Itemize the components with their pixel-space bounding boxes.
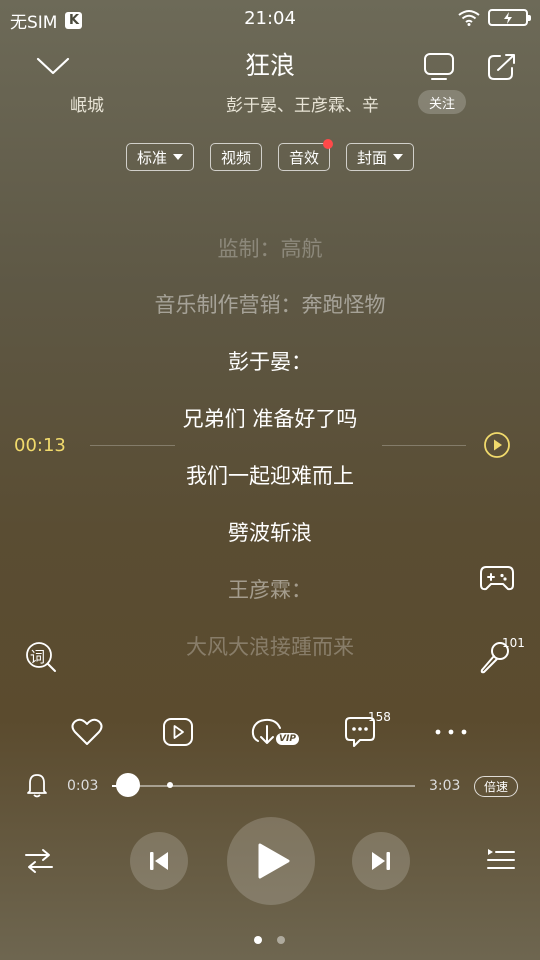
mode-tabs: 标准 视频 音效 封面 xyxy=(0,139,540,171)
share-icon[interactable] xyxy=(486,52,518,82)
status-bar-right xyxy=(458,9,531,26)
lyric-line: 王彦霖： xyxy=(228,578,312,602)
seek-guide-line xyxy=(90,445,175,446)
dropdown-arrow-icon xyxy=(172,154,183,160)
cast-screen-icon[interactable] xyxy=(423,52,455,82)
lyric-tool-label: 词 xyxy=(30,648,46,666)
tab-label: 封面 xyxy=(357,148,388,167)
like-heart-icon[interactable] xyxy=(71,718,103,746)
current-time: 0:03 xyxy=(67,778,99,794)
wifi-icon xyxy=(458,10,480,26)
lyrics-tool-button[interactable]: 词 xyxy=(24,640,58,674)
battery-charging-icon xyxy=(488,9,531,26)
download-vip-button[interactable]: VIP xyxy=(250,714,304,750)
dropdown-arrow-icon xyxy=(393,154,404,160)
game-controller-icon[interactable] xyxy=(478,563,516,593)
karaoke-count: 101 xyxy=(502,636,525,650)
singer-names[interactable]: 彭于晏、王彦霖、辛 xyxy=(226,91,379,116)
lyric-seek-time: 00:13 xyxy=(14,435,66,456)
progress-knob[interactable] xyxy=(116,773,140,797)
vip-badge: VIP xyxy=(276,733,299,745)
comment-count: 158 xyxy=(368,710,391,724)
singer-left[interactable]: 岷城 xyxy=(70,91,104,116)
follow-button[interactable]: 关注 xyxy=(418,90,466,114)
tab-label: 视频 xyxy=(220,148,251,167)
lyric-line: 兄弟们 准备好了吗 xyxy=(182,407,358,431)
progress-marker xyxy=(167,782,173,788)
play-icon xyxy=(258,843,290,879)
lyric-line: 大风大浪接踵而来 xyxy=(186,635,354,659)
previous-button[interactable] xyxy=(130,832,188,890)
singer-row: 岷城 彭于晏、王彦霖、辛 xyxy=(70,90,470,116)
next-track-icon xyxy=(372,852,390,870)
tab-sound-effect[interactable]: 音效 xyxy=(278,139,334,171)
progress-track[interactable] xyxy=(112,785,415,787)
music-video-icon[interactable] xyxy=(162,717,194,747)
page-indicator xyxy=(277,936,285,944)
song-title: 狂浪 xyxy=(244,51,295,80)
tab-video[interactable]: 视频 xyxy=(209,143,262,171)
next-button[interactable] xyxy=(352,832,410,890)
play-button[interactable] xyxy=(227,817,315,905)
playback-speed-button[interactable]: 倍速 xyxy=(474,776,518,797)
bell-icon[interactable] xyxy=(26,772,48,798)
more-icon[interactable] xyxy=(434,728,468,736)
tab-label: 音效 xyxy=(289,148,320,167)
karaoke-button[interactable]: 101 xyxy=(478,636,528,676)
page-indicator-active xyxy=(254,936,262,944)
lyric-line: 劈波斩浪 xyxy=(228,521,312,545)
lyric-line: 我们一起迎难而上 xyxy=(186,464,354,488)
lyric-line: 彭于晏： xyxy=(228,350,312,374)
play-from-lyric-icon[interactable] xyxy=(483,431,511,459)
comments-button[interactable]: 158 xyxy=(344,710,396,750)
previous-track-icon xyxy=(150,852,168,870)
tab-standard[interactable]: 标准 xyxy=(125,143,194,171)
playlist-icon[interactable] xyxy=(486,847,516,875)
seek-guide-line xyxy=(382,445,466,446)
tab-cover[interactable]: 封面 xyxy=(346,143,415,171)
shuffle-icon[interactable] xyxy=(24,848,54,874)
notification-dot xyxy=(323,139,334,149)
total-time: 3:03 xyxy=(429,778,461,794)
lyric-line: 监制：高航 xyxy=(217,237,323,261)
lyric-line: 音乐制作营销：奔跑怪物 xyxy=(154,293,386,317)
tab-label: 标准 xyxy=(136,148,167,167)
